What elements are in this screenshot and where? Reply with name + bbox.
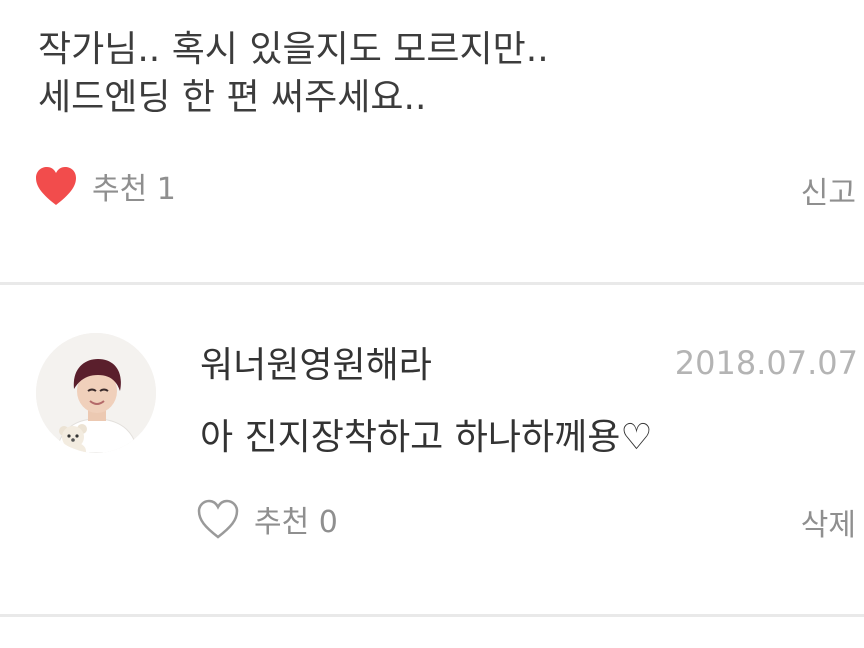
heart-outline-icon xyxy=(197,499,239,539)
like-count: 추천 1 xyxy=(92,172,176,207)
like-button[interactable]: 추천 0 xyxy=(196,497,338,541)
comment-text: 작가님.. 혹시 있을지도 모르지만.. 세드엔딩 한 편 써주세요.. xyxy=(38,26,549,122)
divider xyxy=(0,282,864,285)
comment-line-1: 작가님.. 혹시 있을지도 모르지만.. xyxy=(38,29,549,70)
comment-text: 아 진지장착하고 하나하께용♡ xyxy=(200,417,653,458)
heart-filled-icon xyxy=(36,167,76,205)
comment-line-2: 세드엔딩 한 편 써주세요.. xyxy=(38,77,427,118)
delete-button[interactable]: 삭제 xyxy=(801,500,856,544)
avatar xyxy=(36,333,156,453)
divider xyxy=(0,614,864,617)
author-name[interactable]: 워너원영원해라 xyxy=(200,336,432,388)
like-button[interactable]: 추천 1 xyxy=(34,164,176,208)
comment-date: 2018.07.07 xyxy=(674,344,858,382)
like-count: 추천 0 xyxy=(254,505,338,540)
report-button[interactable]: 신고 xyxy=(801,168,856,212)
